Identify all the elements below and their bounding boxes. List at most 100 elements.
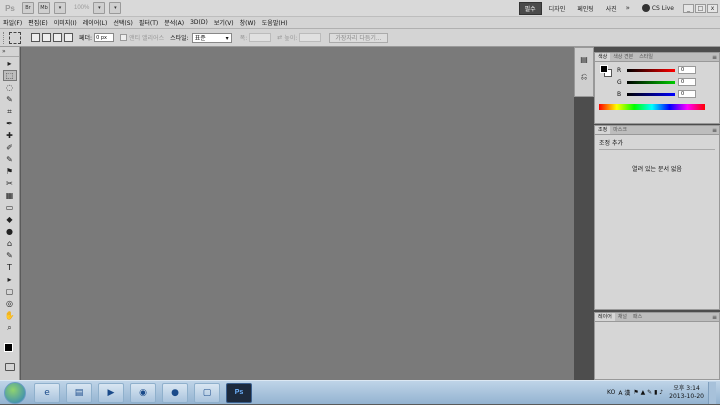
new-selection-icon[interactable] [31,33,40,42]
refine-edge-button[interactable]: 가장자리 다듬기... [329,32,388,43]
internet-explorer-icon[interactable]: e [34,382,60,403]
show-desktop-button[interactable] [708,381,716,404]
channel-r-value[interactable]: 0 [678,66,696,74]
workspace-photography[interactable]: 사진 [601,2,622,15]
media-player-icon[interactable]: ▶ [98,382,124,403]
path-selection-tool-icon[interactable]: ▸ [3,274,17,285]
channel-g-slider[interactable] [627,80,675,84]
menu-image[interactable]: 이미지(I) [51,18,80,27]
channel-r-slider[interactable] [627,68,675,72]
arrange-documents-icon[interactable]: ▾ [93,2,106,14]
layers-menu-icon[interactable]: ≡ [712,313,717,322]
menu-help[interactable]: 도움말(H) [259,18,291,27]
marquee-tool-preset-icon[interactable] [9,31,21,44]
screen-mode-icon[interactable]: ▾ [109,2,122,14]
options-grip[interactable] [3,31,5,44]
workspace-essentials[interactable]: 필수 [518,1,542,15]
tab-styles[interactable]: 스타일 [636,53,656,61]
window-app-icon[interactable]: ▢ [194,382,220,403]
messenger-icon[interactable]: ◉ [130,382,156,403]
menu-file[interactable]: 파일(F) [0,18,25,27]
lasso-tool-icon[interactable]: ◌ [3,82,17,93]
color-spectrum-bar[interactable] [599,104,705,110]
crop-tool-icon[interactable]: ⌗ [3,106,17,117]
tab-paths[interactable]: 패스 [630,313,645,321]
type-tool-icon[interactable]: T [3,262,17,273]
view-extras-icon[interactable]: ▾ [54,2,66,14]
pen-tool-icon[interactable]: ● [3,226,17,237]
menu-filter[interactable]: 필터(T) [136,18,161,27]
rectangular-marquee-tool-icon[interactable]: ⬚ [2,70,17,81]
antialias-checkbox[interactable] [120,34,128,41]
dodge-tool-icon[interactable]: ◆ [3,214,17,225]
mini-bridge-button[interactable]: Mb [38,2,50,14]
eraser-tool-icon[interactable]: ✂ [3,178,17,189]
pen-path-tool-icon[interactable]: ✎ [3,250,17,261]
zoom-tool-icon[interactable]: ⌕ [3,322,17,333]
tab-adjustments[interactable]: 조정 [595,126,611,134]
brush-tool-icon[interactable]: ✐ [3,142,17,153]
tab-swatches[interactable]: 색상 견본 [610,53,636,61]
menu-analysis[interactable]: 분석(A) [161,18,187,27]
workspace-design[interactable]: 디자인 [544,2,571,15]
cs-live-button[interactable]: CS Live [638,2,678,15]
hand-tool-icon[interactable]: ✋ [3,310,17,321]
zoom-level[interactable]: 100% [74,5,89,11]
more-workspaces-icon[interactable]: » [622,4,634,12]
menu-window[interactable]: 창(W) [237,18,259,27]
menu-layer[interactable]: 레이어(L) [80,18,111,27]
menu-view[interactable]: 보기(V) [211,18,237,27]
channel-g-value[interactable]: 0 [678,78,696,86]
tray-icons[interactable]: ⚑ ▲ ✎ ▮ ♪ [633,389,663,396]
menu-edit[interactable]: 편집(E) [25,18,51,27]
clone-stamp-tool-icon[interactable]: ✎ [3,154,17,165]
history-brush-tool-icon[interactable]: ⚑ [3,166,17,177]
shape-3d-tool-icon[interactable]: ⌂ [3,238,17,249]
panel-menu-icon[interactable]: ≡ [712,53,717,62]
3d-rotate-tool-icon[interactable]: ◎ [3,298,17,309]
document-canvas-area[interactable] [21,47,574,380]
tab-masks[interactable]: 마스크 [610,126,630,134]
rectangle-tool-icon[interactable]: ▢ [3,286,17,297]
healing-brush-tool-icon[interactable]: ✚ [3,130,17,141]
foreground-color-swatch[interactable] [4,343,13,352]
tab-channels[interactable]: 채널 [615,313,630,321]
photoshop-task-icon[interactable]: Ps [226,382,252,403]
quick-selection-tool-icon[interactable]: ✎ [3,94,17,105]
language-indicator[interactable]: KO [607,389,615,396]
quick-mask-icon[interactable] [5,363,15,371]
eyedropper-tool-icon[interactable]: ✒ [3,118,17,129]
tab-layers[interactable]: 레이어 [595,313,615,321]
clock[interactable]: 오후 3:14 2013-10-20 [669,385,704,401]
adjustments-menu-icon[interactable]: ≡ [712,126,717,135]
history-panel-icon[interactable]: ⎌ [577,70,591,84]
menu-select[interactable]: 선택(S) [110,18,136,27]
move-tool-icon[interactable]: ▸ [3,58,17,69]
intersect-selection-icon[interactable] [64,33,73,42]
workspace-painting[interactable]: 페인팅 [572,2,599,15]
style-select[interactable]: 표준 [191,32,232,43]
menu-3d[interactable]: 3D(D) [187,19,211,26]
file-explorer-icon[interactable]: ▤ [66,382,92,403]
minibridge-panel-icon[interactable]: ▤ [577,52,591,66]
start-button[interactable] [4,381,26,404]
blur-tool-icon[interactable]: ▭ [3,202,17,213]
minimize-button[interactable]: _ [683,3,694,13]
gradient-tool-icon[interactable]: ▦ [3,190,17,201]
feather-input[interactable]: 0 px [94,33,115,42]
close-button[interactable]: x [707,3,718,13]
ime-indicator[interactable]: A 漢 [618,388,630,397]
add-selection-icon[interactable] [42,33,51,42]
options-bar: 페더: 0 px 앤티 앨리어스 스타일: 표준 폭: ⇄ 높이: 가장자리 다… [0,29,720,47]
kakaotalk-icon[interactable]: ● [162,382,188,403]
channel-b-value[interactable]: 0 [678,90,696,98]
maximize-button[interactable]: □ [695,3,706,13]
bridge-button[interactable]: Br [22,2,34,14]
tab-color[interactable]: 색상 [595,53,611,61]
width-input[interactable] [249,33,272,42]
height-input[interactable] [299,33,322,42]
subtract-selection-icon[interactable] [53,33,62,42]
swap-icon[interactable]: ⇄ [277,34,282,41]
channel-b-slider[interactable] [627,92,675,96]
toolbox-collapse-icon[interactable]: » [0,47,19,57]
